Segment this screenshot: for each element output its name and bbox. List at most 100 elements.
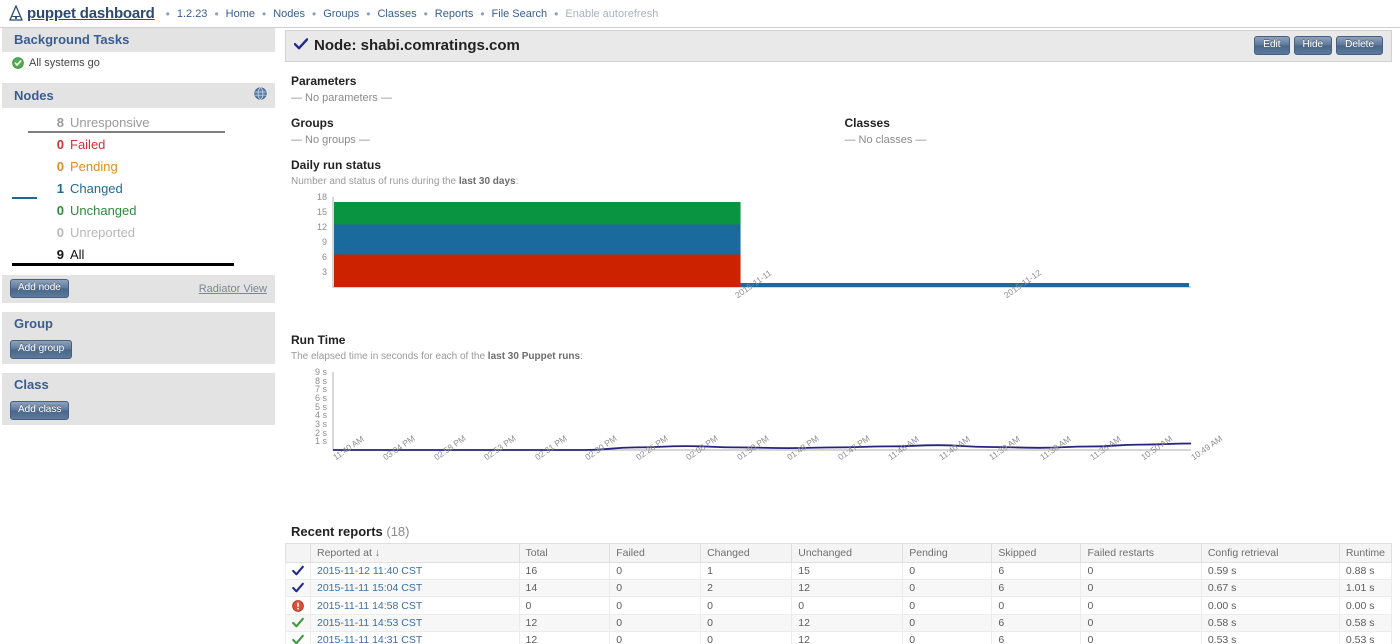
caption-post: :: [515, 176, 519, 187]
nav-link-classes[interactable]: Classes: [377, 8, 416, 20]
daily-run-status-caption: Number and status of runs during the las…: [291, 176, 1392, 187]
hide-button[interactable]: Hide: [1293, 36, 1333, 55]
edit-button[interactable]: Edit: [1254, 36, 1290, 55]
nav-separator: •: [480, 6, 485, 21]
node-status-bar: [12, 219, 265, 221]
node-status-line: 0 Failed: [12, 137, 265, 152]
table-cell: 12: [791, 579, 904, 598]
caption-pre: Number and status of runs during the: [291, 176, 459, 187]
top-navigation-bar: puppet dashboard • 1.2.23 • Home • Nodes…: [0, 0, 1400, 28]
table-cell: 0.59 s: [1200, 561, 1340, 581]
groups-empty: — No groups —: [291, 134, 370, 146]
run-time-caption: The elapsed time in seconds for each of …: [291, 351, 1392, 362]
report-link[interactable]: 2015-11-11 14:31 CST: [317, 634, 422, 644]
node-status-count: 1: [56, 181, 64, 196]
table-cell: 12: [791, 613, 904, 632]
table-cell: 0: [609, 613, 702, 632]
nav-link-groups[interactable]: Groups: [323, 8, 359, 20]
node-header: Node: shabi.comratings.com Edit Hide Del…: [285, 30, 1392, 62]
add-node-button[interactable]: Add node: [10, 279, 69, 298]
globe-icon[interactable]: [254, 87, 267, 103]
table-cell: 0: [902, 630, 993, 644]
table-row[interactable]: 2015-11-11 14:53 CST 12 0 0 12 0 6 0 0.58 s 0.58 …: [285, 613, 1393, 632]
table-cell: 1.01 s: [1338, 579, 1393, 598]
enable-autorefresh-link[interactable]: Enable autorefresh: [565, 8, 658, 20]
report-link[interactable]: 2015-11-12 11:40 CST: [317, 565, 422, 577]
table-cell: 0: [700, 596, 793, 615]
table-row[interactable]: 2015-11-11 15:04 CST 14 0 2 12 0 6 0 0.67 s 1.01 …: [285, 579, 1393, 598]
table-column-header: Config retrieval: [1200, 543, 1340, 563]
add-group-button[interactable]: Add group: [10, 340, 73, 359]
classes-empty: — No classes —: [844, 134, 927, 146]
table-cell: 0: [902, 613, 993, 632]
table-cell: 0: [518, 596, 611, 615]
background-tasks-header: Background Tasks: [2, 28, 275, 52]
table-cell: 16: [518, 561, 611, 581]
node-status-row[interactable]: 0 Failed: [12, 137, 265, 159]
nav-link-nodes[interactable]: Nodes: [273, 8, 305, 20]
red-alert-icon: [292, 599, 304, 612]
report-date-cell[interactable]: 2015-11-11 14:58 CST: [310, 596, 520, 615]
table-column-header[interactable]: Reported at ↓: [310, 543, 520, 563]
status-badge: [285, 630, 311, 644]
table-body: 2015-11-12 11:40 CST 16 0 1 15 0 6 0 0.59 s 0.88 …: [285, 561, 1393, 644]
nav-separator: •: [214, 6, 219, 21]
run-time-heading: Run Time: [291, 333, 346, 347]
delete-button[interactable]: Delete: [1336, 36, 1383, 55]
table-column-header: [285, 543, 311, 563]
node-status-line: 0 Unreported: [12, 225, 265, 240]
table-column-header: Changed: [700, 543, 793, 563]
recent-reports-table: Reported at ↓ Total Failed Changed Unchanged…: [285, 543, 1393, 644]
background-tasks-body: All systems go: [2, 52, 275, 74]
node-status-label: Failed: [70, 137, 106, 152]
nav-link-file-search[interactable]: File Search: [492, 8, 548, 20]
report-link[interactable]: 2015-11-11 14:58 CST: [317, 600, 422, 612]
radiator-view-link[interactable]: Radiator View: [199, 283, 267, 295]
node-status-line: 8 Unresponsive: [12, 115, 265, 130]
node-status-row[interactable]: 8 Unresponsive: [12, 115, 265, 137]
report-link[interactable]: 2015-11-11 15:04 CST: [317, 582, 422, 594]
report-date-cell[interactable]: 2015-11-11 14:53 CST: [310, 613, 520, 632]
table-column-header: Total: [518, 543, 611, 563]
node-status-row[interactable]: 9 All: [12, 247, 265, 270]
sidebar: Background Tasks All systems go Nodes 8 …: [0, 28, 277, 644]
table-cell: 0.67 s: [1200, 579, 1340, 598]
nav-link-home[interactable]: Home: [226, 8, 255, 20]
table-cell: 12: [518, 630, 611, 644]
nav-link-reports[interactable]: Reports: [435, 8, 474, 20]
table-row[interactable]: 2015-11-11 14:58 CST 0 0 0 0 0 0 0 0.00 s 0.00 s: [285, 596, 1393, 615]
report-date-cell[interactable]: 2015-11-11 14:31 CST: [310, 630, 520, 644]
table-cell: 0.53 s: [1338, 630, 1393, 644]
node-status-row[interactable]: 0 Unreported: [12, 225, 265, 247]
node-status-bar: [12, 197, 37, 199]
blue-check-icon: [292, 565, 304, 576]
report-link[interactable]: 2015-11-11 14:53 CST: [317, 617, 422, 629]
node-status-row[interactable]: 0 Unchanged: [12, 203, 265, 225]
background-tasks-title: Background Tasks: [14, 32, 130, 47]
nav-separator: •: [366, 6, 371, 21]
table-column-header: Failed: [609, 543, 702, 563]
node-status-row[interactable]: 0 Pending: [12, 159, 265, 181]
group-panel: Group Add group: [2, 312, 275, 364]
node-status-row[interactable]: 1 Changed: [12, 181, 265, 203]
table-row[interactable]: 2015-11-11 14:31 CST 12 0 0 12 0 6 0 0.53 s 0.53 …: [285, 630, 1393, 644]
brand-text: puppet dashboard: [27, 5, 155, 22]
chart-area-unchanged: [334, 202, 741, 225]
node-action-buttons: Edit Hide Delete: [1254, 36, 1383, 55]
node-status-count: 9: [56, 247, 64, 262]
table-row[interactable]: 2015-11-12 11:40 CST 16 0 1 15 0 6 0 0.59 s 0.88 …: [285, 561, 1393, 581]
report-date-cell[interactable]: 2015-11-11 15:04 CST: [310, 579, 520, 598]
report-date-cell[interactable]: 2015-11-12 11:40 CST: [310, 561, 520, 581]
recent-reports-count: (18): [386, 524, 410, 539]
nodes-status-list: 8 Unresponsive 0 Failed 0 Pending 1 Changed 0 Unc…: [12, 113, 265, 270]
node-status-count: 8: [56, 115, 64, 130]
background-tasks-status-text: All systems go: [29, 57, 100, 69]
table-cell: 6: [991, 561, 1082, 581]
chart-tail-line: [740, 283, 1189, 287]
table-column-header: Unchanged: [791, 543, 904, 563]
table-cell: 0: [700, 630, 793, 644]
add-class-button[interactable]: Add class: [10, 401, 70, 420]
node-status-line: 1 Changed: [12, 181, 265, 196]
brand-logo-link[interactable]: puppet dashboard: [8, 4, 155, 22]
node-status-label: Unchanged: [70, 203, 137, 218]
